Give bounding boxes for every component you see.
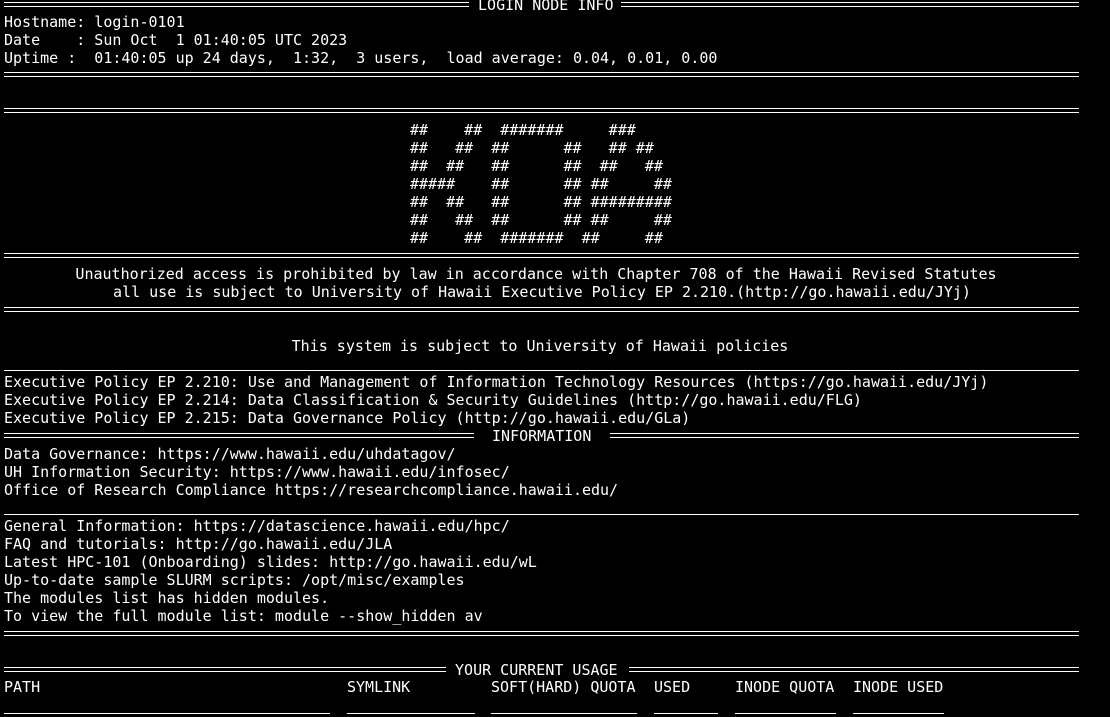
column-header-inode-used: INODE USED [853,678,944,696]
ascii-art-line: ## ## ## ## ######### [410,193,672,211]
hostname-line: Hostname: login-0101 [4,13,185,31]
header-rule-left [4,667,446,672]
column-header-symlink: SYMLINK [347,678,411,696]
general-info-line: General Information: https://datascience… [4,517,510,535]
divider [4,108,1079,113]
information-title: INFORMATION [483,427,601,445]
header-rule-right [629,667,1079,672]
legal-notice-line-2: all use is subject to University of Hawa… [113,283,971,301]
column-underline [654,713,718,714]
general-info-line: FAQ and tutorials: http://go.hawaii.edu/… [4,535,393,553]
login-node-info-title: LOGIN NODE INFO [469,0,623,14]
column-header-used: USED [654,678,691,696]
policy-item: Executive Policy EP 2.210: Use and Manag… [4,373,989,391]
uptime-line: Uptime : 01:40:05 up 24 days, 1:32, 3 us… [4,49,718,67]
policies-heading: This system is subject to University of … [291,337,789,355]
column-underline [853,713,944,714]
ascii-art-line: ## ## ####### ## ## [410,229,663,247]
column-header-soft-hard-quota: SOFT(HARD) QUOTA [491,678,636,696]
ascii-art-line: ## ## ## ## ## ## [410,211,672,229]
ascii-art-line: ## ## ## ## ## ## [410,157,663,175]
column-header-inode-quota: INODE QUOTA [735,678,835,696]
header-rule-left [4,433,474,438]
divider [4,307,1079,312]
ascii-art-line: ## ## ####### ### [410,121,636,139]
general-info-line: Latest HPC-101 (Onboarding) slides: http… [4,553,537,571]
divider [4,253,1079,258]
header-rule-left [4,2,469,7]
column-underline [347,713,475,714]
info-link: Data Governance: https://www.hawaii.edu/… [4,445,456,463]
column-underline [4,713,330,714]
ascii-art-line: ##### ## ## ## ## [410,175,672,193]
header-rule-right [621,2,1079,7]
info-link: Office of Research Compliance https://re… [4,481,619,499]
policy-item: Executive Policy EP 2.214: Data Classifi… [4,391,862,409]
divider [4,72,1079,77]
date-line: Date : Sun Oct 1 01:40:05 UTC 2023 [4,31,348,49]
usage-title: YOUR CURRENT USAGE [446,661,627,679]
column-header-path: PATH [4,678,41,696]
divider [4,631,1079,636]
general-info-line: The modules list has hidden modules. [4,589,330,607]
divider [4,514,1079,515]
column-underline [735,713,836,714]
policy-item: Executive Policy EP 2.215: Data Governan… [4,409,691,427]
terminal-window[interactable]: LOGIN NODE INFO Hostname: login-0101 Dat… [0,0,1110,717]
information-header: INFORMATION [4,427,1079,445]
info-link: UH Information Security: https://www.haw… [4,463,510,481]
usage-header: YOUR CURRENT USAGE [4,661,1079,679]
header-rule-right [610,433,1079,438]
divider [4,370,1079,371]
column-underline [491,713,637,714]
ascii-art-line: ## ## ## ## ## ## [410,139,654,157]
login-node-info-header: LOGIN NODE INFO [4,0,1079,14]
general-info-line: To view the full module list: module --s… [4,607,483,625]
legal-notice-line-1: Unauthorized access is prohibited by law… [75,265,997,283]
general-info-line: Up-to-date sample SLURM scripts: /opt/mi… [4,571,465,589]
